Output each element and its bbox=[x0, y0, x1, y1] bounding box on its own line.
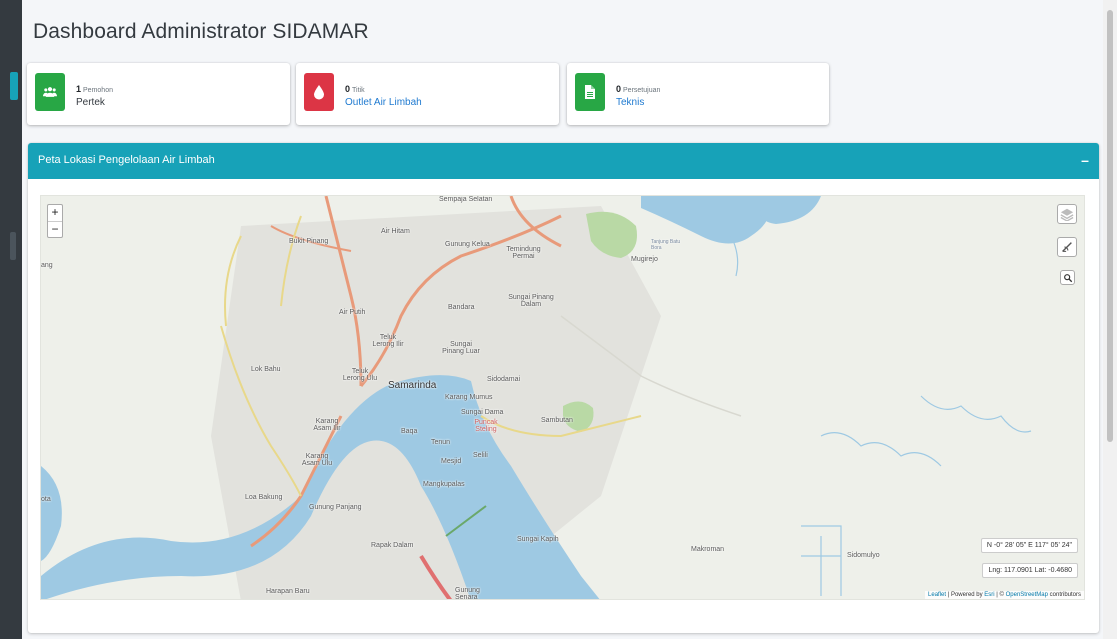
map-label: Rapak Dalam bbox=[371, 542, 414, 549]
map-label: Sungai Kapih bbox=[517, 536, 559, 543]
page-scrollbar[interactable] bbox=[1103, 0, 1117, 639]
measure-icon bbox=[1062, 242, 1072, 252]
map-label: Mesjid bbox=[441, 458, 462, 465]
map-label: Samarinda bbox=[388, 380, 437, 391]
zoom-control: + − bbox=[47, 204, 63, 238]
leaflet-link[interactable]: Leaflet bbox=[928, 592, 946, 598]
map-label: ota bbox=[41, 496, 51, 503]
teknis-link[interactable]: Teknis bbox=[616, 97, 644, 108]
file-icon bbox=[575, 73, 605, 111]
map-label: ang bbox=[41, 262, 53, 269]
search-button[interactable] bbox=[1060, 270, 1075, 285]
map-label: Sungai Pinang Luar bbox=[442, 341, 480, 355]
search-icon bbox=[1063, 273, 1072, 282]
map-label: Air Putih bbox=[339, 309, 366, 316]
map-label: Harapan Baru bbox=[266, 588, 310, 595]
tint-icon bbox=[304, 73, 334, 111]
map-label: Sempaja Selatan bbox=[439, 196, 493, 203]
map-label: Loa Bakung bbox=[245, 494, 283, 501]
info-box-count-line: 1 Pemohon bbox=[76, 84, 113, 94]
map-label: Sungai Dama bbox=[461, 409, 504, 416]
map-label: Sungai Pinang Dalam bbox=[508, 294, 554, 308]
attribution-text: | Powered by bbox=[946, 592, 985, 598]
info-box-pertek[interactable]: 1 Pemohon Pertek bbox=[27, 63, 290, 125]
attribution-text: contributors bbox=[1047, 592, 1081, 598]
map-label: Lok Bahu bbox=[251, 366, 281, 373]
sidebar-item[interactable] bbox=[10, 232, 16, 260]
layers-button[interactable] bbox=[1057, 204, 1077, 224]
info-box-caption: Pemohon bbox=[83, 87, 113, 94]
card-title: Peta Lokasi Pengelolaan Air Limbah bbox=[38, 154, 215, 166]
map-label: Teluk Lerong Ilir bbox=[372, 334, 404, 348]
outlet-air-limbah-link[interactable]: Outlet Air Limbah bbox=[345, 97, 422, 108]
map-label: Karang Asam Ulu bbox=[301, 453, 333, 467]
info-box-count: 1 bbox=[76, 84, 82, 94]
scrollbar-thumb[interactable] bbox=[1107, 10, 1113, 442]
map-label: Makroman bbox=[691, 546, 725, 553]
users-icon bbox=[35, 73, 65, 111]
map-label: Puncak Steling bbox=[474, 419, 498, 433]
info-box-count-line: 0 Persetujuan bbox=[616, 84, 660, 94]
info-box-caption: Titik bbox=[352, 87, 365, 94]
info-box-label: Pertek bbox=[76, 97, 105, 108]
zoom-in-button[interactable]: + bbox=[48, 205, 62, 221]
map-label: Bandara bbox=[448, 304, 475, 311]
info-box-caption: Persetujuan bbox=[623, 87, 661, 94]
map-label: Selili bbox=[473, 452, 488, 459]
map-label: Sambutan bbox=[541, 417, 573, 424]
map-label: Mugirejo bbox=[631, 256, 658, 263]
map-view[interactable]: Sempaja Selatan Bukit Pinang Air Hitam G… bbox=[40, 195, 1085, 600]
map-label: Tanjung Batu Bora bbox=[651, 239, 681, 251]
map-label: Gunung Panjang bbox=[309, 504, 362, 511]
map-label: Karang Asam Ilir bbox=[313, 418, 341, 432]
measure-button[interactable] bbox=[1057, 237, 1077, 257]
info-box-count: 0 bbox=[616, 84, 622, 94]
map-label: Sidomulyo bbox=[847, 552, 880, 559]
info-box-teknis[interactable]: 0 Persetujuan Teknis bbox=[567, 63, 829, 125]
map-label: Mangkupalas bbox=[423, 481, 465, 488]
map-label: Gunung Senara bbox=[455, 587, 480, 600]
sidebar-active-item[interactable] bbox=[10, 72, 18, 100]
map-tiles bbox=[41, 196, 1084, 599]
zoom-out-button[interactable]: − bbox=[48, 221, 62, 237]
map-label: Teluk Lerong Ulu bbox=[342, 368, 378, 382]
coordinates-dms: N -0° 28' 05" E 117° 05' 24" bbox=[980, 538, 1078, 553]
info-box-outlet[interactable]: 0 Titik Outlet Air Limbah bbox=[296, 63, 559, 125]
osm-link[interactable]: OpenStreetMap bbox=[1006, 592, 1048, 598]
page-title: Dashboard Administrator SIDAMAR bbox=[33, 20, 369, 43]
map-label: Air Hitam bbox=[381, 228, 410, 235]
esri-link[interactable]: Esri bbox=[984, 592, 994, 598]
main-content: Dashboard Administrator SIDAMAR 1 Pemohon… bbox=[22, 0, 1103, 639]
layers-icon bbox=[1060, 208, 1074, 221]
map-label: Karang Mumus bbox=[445, 394, 493, 401]
map-label: Gunung Kelua bbox=[445, 241, 490, 248]
info-box-count-line: 0 Titik bbox=[345, 84, 365, 94]
map-label: Baqa bbox=[401, 428, 418, 435]
map-label: Sidodamai bbox=[487, 376, 521, 383]
collapse-button[interactable]: – bbox=[1077, 151, 1093, 169]
map-label: Bukit Pinang bbox=[289, 238, 329, 245]
info-box-count: 0 bbox=[345, 84, 351, 94]
map-label: Tenun bbox=[431, 439, 451, 446]
map-card: Peta Lokasi Pengelolaan Air Limbah – Sem… bbox=[28, 143, 1099, 633]
coordinates-decimal: Lng: 117.0901 Lat: -0.4680 bbox=[982, 563, 1078, 578]
sidebar bbox=[0, 0, 22, 639]
card-header: Peta Lokasi Pengelolaan Air Limbah – bbox=[28, 143, 1099, 179]
attribution-text: | © bbox=[994, 592, 1006, 598]
map-label: Temindung Permai bbox=[506, 246, 541, 260]
map-attribution: Leaflet | Powered by Esri | © OpenStreet… bbox=[925, 591, 1084, 599]
